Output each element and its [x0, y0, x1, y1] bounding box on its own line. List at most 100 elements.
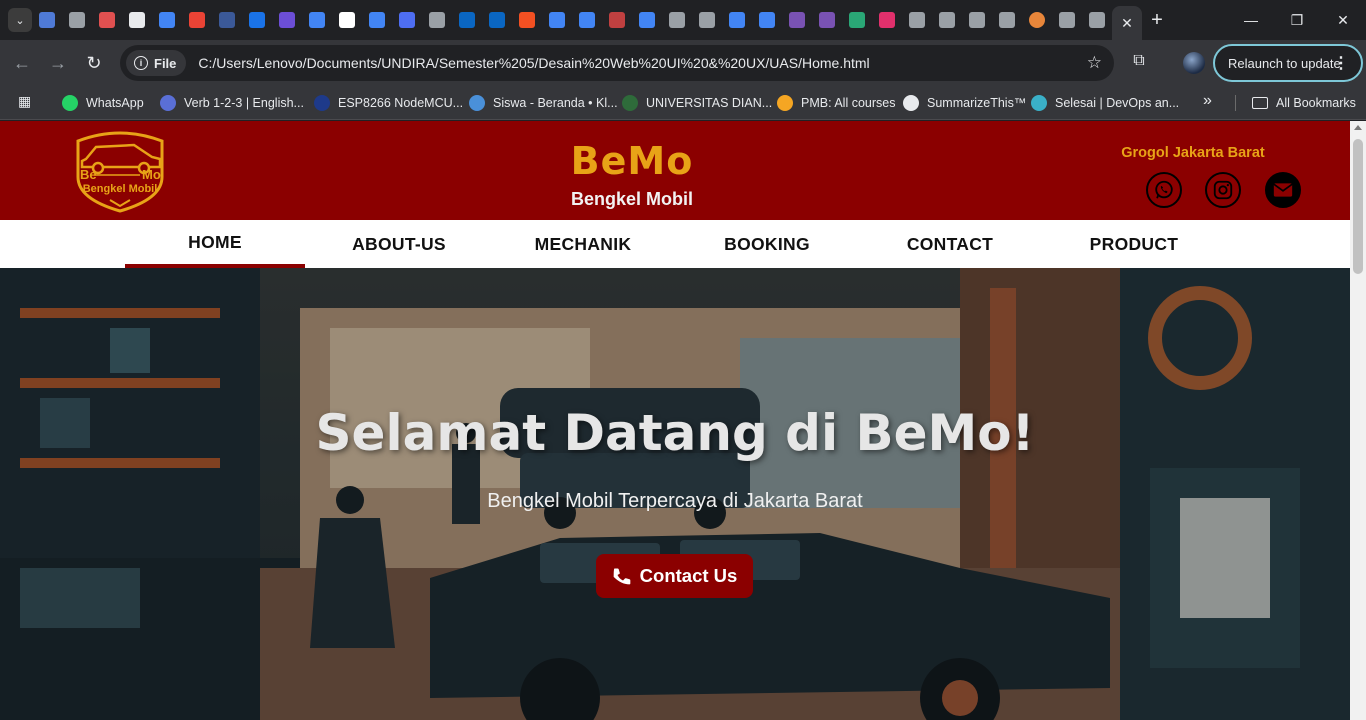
bookmark-label: ESP8266 NodeMCU... — [338, 96, 464, 110]
minimize-icon[interactable]: — — [1228, 0, 1274, 40]
email-icon[interactable] — [1265, 172, 1301, 208]
close-tab-icon[interactable]: ✕ — [1121, 15, 1133, 32]
tab-favicon[interactable] — [452, 0, 482, 40]
site-header: Be Mo Bengkel Mobil BeMo Bengkel Mobil G… — [0, 121, 1350, 220]
tab-favicon[interactable] — [92, 0, 122, 40]
url-text[interactable]: C:/Users/Lenovo/Documents/UNDIRA/Semeste… — [198, 55, 869, 71]
tab-favicon[interactable] — [902, 0, 932, 40]
tab-favicon[interactable] — [932, 0, 962, 40]
bookmark-item[interactable]: SummarizeThis™ — [903, 86, 1026, 120]
tab-favicon[interactable] — [242, 0, 272, 40]
tab-favicon[interactable] — [662, 0, 692, 40]
tab-favicon[interactable] — [572, 0, 602, 40]
bookmark-favicon-icon — [469, 95, 485, 111]
scrollbar-thumb[interactable] — [1353, 139, 1363, 274]
bookmark-item[interactable]: PMB: All courses — [777, 86, 895, 120]
tab-favicon[interactable] — [962, 0, 992, 40]
bookmark-favicon-icon — [314, 95, 330, 111]
reload-icon[interactable]: ↻ — [78, 47, 110, 79]
tab-favicon[interactable] — [272, 0, 302, 40]
nav-product[interactable]: PRODUCT — [1044, 220, 1224, 268]
new-tab-button[interactable]: + — [1142, 0, 1172, 40]
bookmark-item[interactable]: Selesai | DevOps an... — [1031, 86, 1179, 120]
back-arrow-icon[interactable]: ← — [6, 47, 38, 79]
active-tab[interactable]: ✕ — [1112, 6, 1142, 40]
tab-favicon[interactable] — [302, 0, 332, 40]
tab-favicon[interactable] — [62, 0, 92, 40]
bookmark-item[interactable]: UNIVERSITAS DIAN... — [622, 86, 772, 120]
tab-favicon[interactable] — [872, 0, 902, 40]
more-bookmarks-icon[interactable]: » — [1203, 92, 1212, 110]
phone-icon — [613, 568, 631, 585]
tab-favicon[interactable] — [122, 0, 152, 40]
relaunch-label: Relaunch to update — [1228, 55, 1341, 71]
folder-icon — [1252, 97, 1268, 109]
tab-favicon[interactable] — [32, 0, 62, 40]
tab-favicon[interactable] — [392, 0, 422, 40]
bookmark-star-icon[interactable]: ☆ — [1087, 53, 1102, 73]
bookmark-item[interactable]: ESP8266 NodeMCU... — [314, 86, 463, 120]
bookmark-label: Selesai | DevOps an... — [1055, 96, 1180, 110]
tab-favicon[interactable] — [362, 0, 392, 40]
tab-favicon[interactable] — [752, 0, 782, 40]
nav-contact[interactable]: CONTACT — [860, 220, 1040, 268]
tab-favicon[interactable] — [722, 0, 752, 40]
tab-favicon[interactable] — [422, 0, 452, 40]
contact-us-label: Contact Us — [639, 565, 738, 586]
tab-favicon[interactable] — [602, 0, 632, 40]
bookmark-favicon-icon — [160, 95, 176, 111]
tab-favicon[interactable] — [1082, 0, 1112, 40]
bookmark-label: Siswa - Beranda • Kl... — [493, 96, 618, 110]
nav-about-us[interactable]: ABOUT-US — [309, 220, 489, 268]
tab-favicon[interactable] — [152, 0, 182, 40]
forward-arrow-icon[interactable]: → — [42, 47, 74, 79]
browser-toolbar: ← → ↻ i File C:/Users/Lenovo/Documents/U… — [0, 40, 1366, 86]
window-close-icon[interactable]: ✕ — [1320, 0, 1366, 40]
nav-mechanik[interactable]: MECHANIK — [493, 220, 673, 268]
tab-favicon[interactable] — [1052, 0, 1082, 40]
tab-favicon[interactable] — [212, 0, 242, 40]
info-icon: i — [134, 56, 148, 70]
scroll-up-arrow-icon[interactable] — [1354, 125, 1362, 130]
address-bar[interactable]: i File C:/Users/Lenovo/Documents/UNDIRA/… — [120, 45, 1114, 81]
tab-favicon[interactable] — [512, 0, 542, 40]
bookmark-favicon-icon — [1031, 95, 1047, 111]
bookmark-item[interactable]: WhatsApp — [62, 86, 144, 120]
tab-favicon[interactable] — [632, 0, 662, 40]
tab-favicon[interactable] — [812, 0, 842, 40]
nav-home[interactable]: HOME — [125, 220, 305, 268]
bookmark-favicon-icon — [62, 95, 78, 111]
bookmark-label: UNIVERSITAS DIAN... — [646, 96, 773, 110]
tab-favicon[interactable] — [542, 0, 572, 40]
contact-us-button[interactable]: Contact Us — [596, 554, 753, 598]
tab-search-button[interactable]: ⌄ — [8, 8, 32, 32]
tab-favicon[interactable] — [1022, 0, 1052, 40]
site-info-label: File — [154, 55, 177, 71]
instagram-icon[interactable] — [1205, 172, 1241, 208]
tab-favicon[interactable] — [182, 0, 212, 40]
extensions-puzzle-icon[interactable]: ⧉ — [1128, 52, 1150, 74]
apps-grid-icon[interactable]: ▦ — [18, 93, 36, 111]
bookmark-favicon-icon — [622, 95, 638, 111]
hero-subtitle: Bengkel Mobil Terpercaya di Jakarta Bara… — [487, 490, 863, 512]
tab-favicon[interactable] — [482, 0, 512, 40]
all-bookmarks-folder[interactable]: All Bookmarks — [1252, 86, 1356, 120]
bookmarks-separator — [1235, 95, 1236, 111]
bookmark-item[interactable]: Verb 1-2-3 | English... — [160, 86, 304, 120]
tab-favicon[interactable] — [332, 0, 362, 40]
kebab-menu-icon[interactable]: ⋮ — [1333, 53, 1349, 73]
site-info-chip[interactable]: i File — [126, 50, 187, 76]
bookmark-label: Verb 1-2-3 | English... — [184, 96, 304, 110]
tab-favicon[interactable] — [782, 0, 812, 40]
tab-favicon[interactable] — [842, 0, 872, 40]
page-scrollbar[interactable] — [1350, 121, 1366, 720]
profile-avatar[interactable] — [1183, 52, 1205, 74]
whatsapp-icon[interactable] — [1146, 172, 1182, 208]
tab-favicon[interactable] — [992, 0, 1022, 40]
restore-icon[interactable]: ❐ — [1274, 0, 1320, 40]
nav-booking[interactable]: BOOKING — [677, 220, 857, 268]
relaunch-button[interactable]: Relaunch to update ⋮ — [1213, 44, 1363, 82]
bookmark-item[interactable]: Siswa - Beranda • Kl... — [469, 86, 618, 120]
tab-favicon[interactable] — [692, 0, 722, 40]
brand-title: BeMo — [570, 139, 694, 183]
